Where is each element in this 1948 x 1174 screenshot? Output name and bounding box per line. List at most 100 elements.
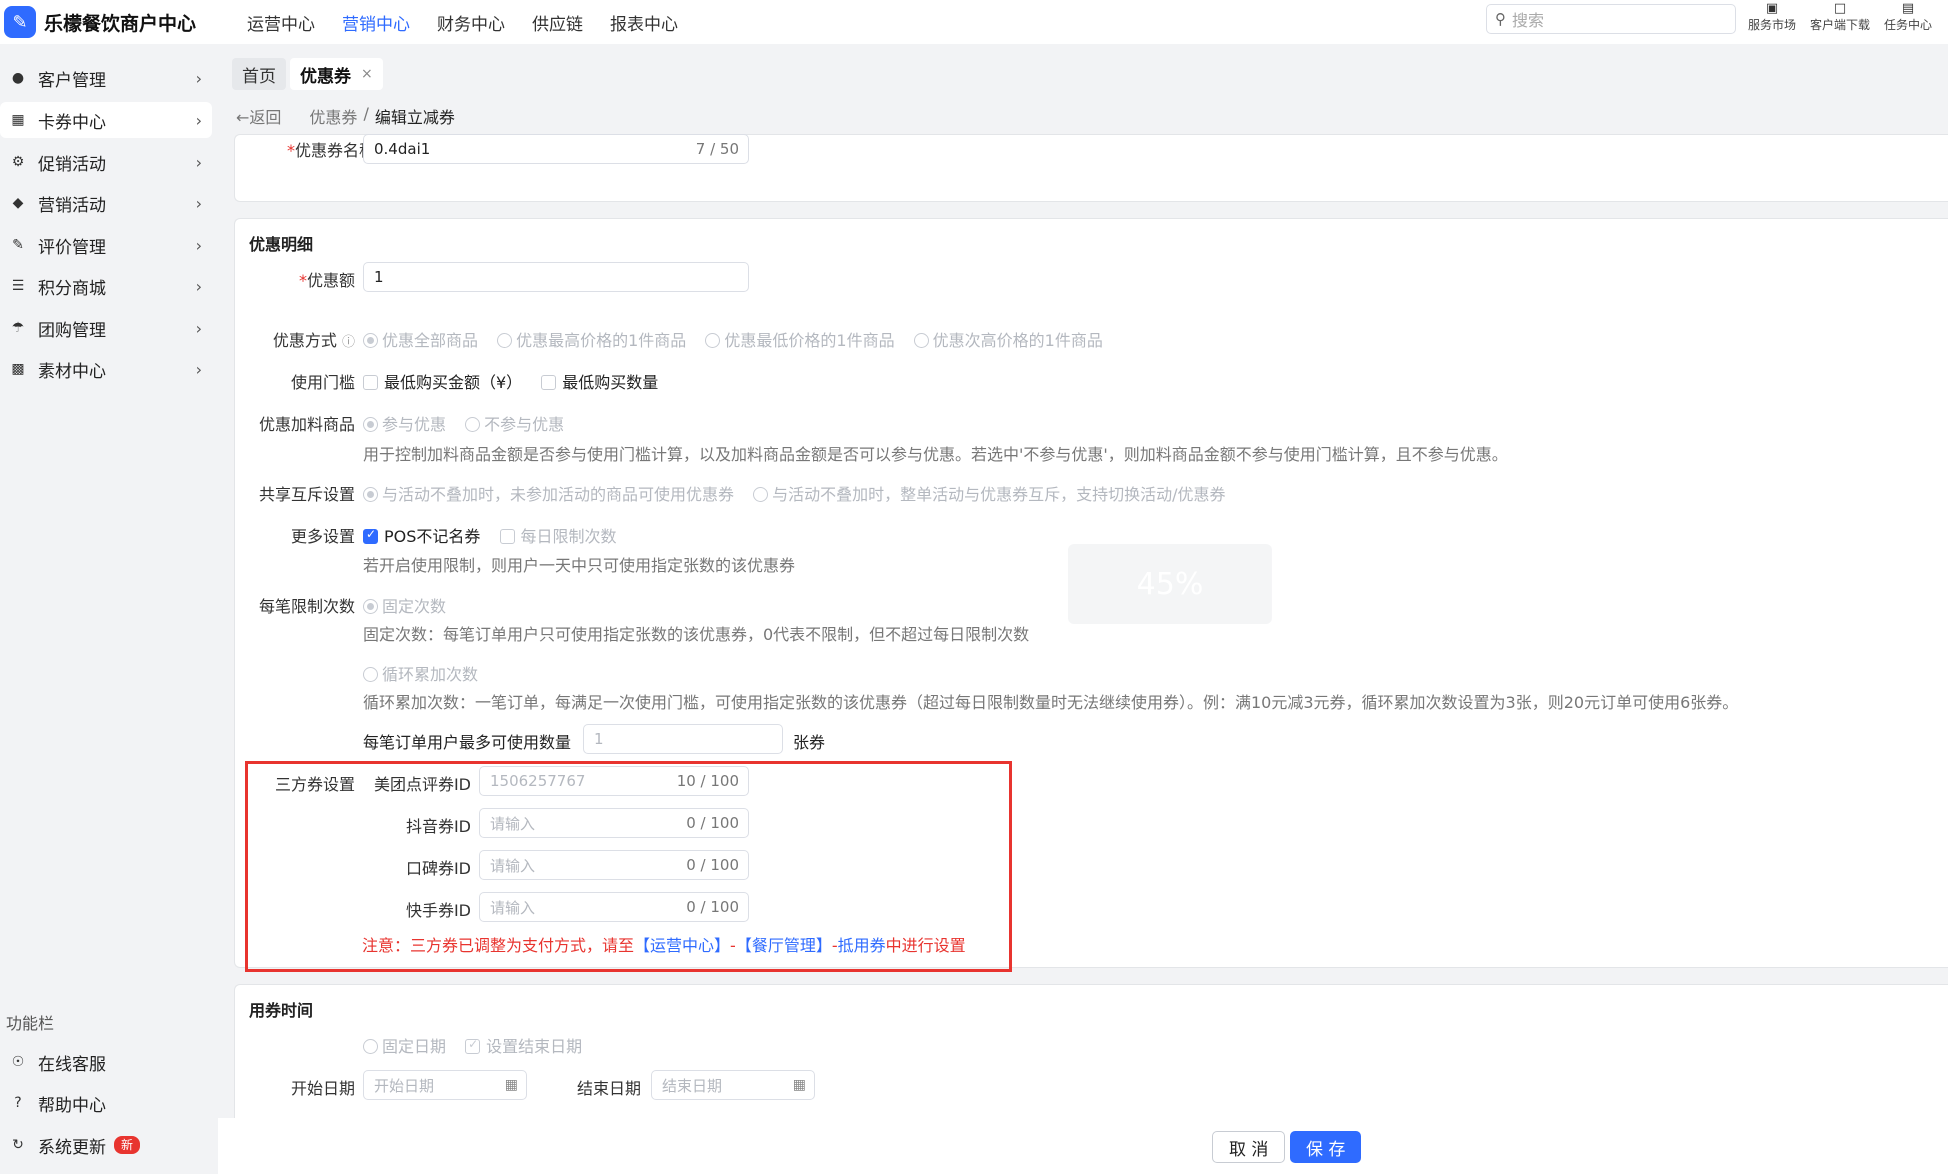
addon-option-join[interactable]: 参与优惠 <box>363 411 446 435</box>
tool-client-download[interactable]: □ 客户端下载 <box>1806 0 1874 33</box>
max-per-order-input[interactable]: 1 <box>583 724 783 754</box>
save-button[interactable]: 保 存 <box>1290 1131 1362 1163</box>
sidebar-item-label: 素材中心 <box>38 361 106 382</box>
end-date-label: 结束日期 <box>576 1079 641 1098</box>
nav-supply[interactable]: 供应链 <box>532 10 583 35</box>
task-icon: ▤ <box>1901 1 1915 16</box>
top-nav: 运营中心 营销中心 财务中心 供应链 报表中心 <box>247 10 705 35</box>
sidebar-item-coupons[interactable]: ▦ 卡券中心 › <box>0 102 212 138</box>
logo[interactable]: ✎ 乐檬餐饮商户中心 <box>4 6 234 38</box>
method-option-all[interactable]: 优惠全部商品 <box>363 327 478 351</box>
cancel-button[interactable]: 取 消 <box>1212 1131 1286 1163</box>
chevron-right-icon: › <box>195 152 202 172</box>
option-label: 固定次数 <box>382 597 447 616</box>
chevron-right-icon: › <box>195 68 202 88</box>
sidebar-item-customers[interactable]: ● 客户管理 › <box>0 60 212 96</box>
edit-icon: ✎ <box>12 237 24 253</box>
breadcrumb-parent[interactable]: 优惠券 <box>309 104 357 128</box>
pos-anonymous-checkbox[interactable]: POS不记名券 <box>363 523 480 547</box>
end-date-input[interactable]: 结束日期 ▦ <box>651 1070 815 1100</box>
sidebar-item-online-service[interactable]: ☉ 在线客服 <box>0 1044 212 1080</box>
more-label: 更多设置 <box>290 527 355 546</box>
limit-fixed-help: 固定次数：每笔订单用户只可使用指定张数的该优惠券，0代表不限制，但不超过每日限制… <box>363 625 1030 644</box>
limit-fixed-radio[interactable]: 固定次数 <box>363 593 446 617</box>
progress-watermark: 45% <box>1068 544 1272 624</box>
method-option-second[interactable]: 优惠次高价格的1件商品 <box>913 327 1103 351</box>
search-input[interactable]: ⚲ 搜索 <box>1486 4 1736 34</box>
max-per-order-label: 每笔订单用户最多可使用数量 <box>363 733 572 752</box>
option-label: 每日限制次数 <box>520 527 617 546</box>
threshold-group: 最低购买金额（¥） 最低购买数量 <box>363 369 672 393</box>
option-label: 最低购买数量 <box>562 373 659 392</box>
nav-ops[interactable]: 运营中心 <box>247 10 315 35</box>
addon-option-exclude[interactable]: 不参与优惠 <box>465 411 564 435</box>
use-time-options: 固定日期 设置结束日期 <box>363 1033 596 1057</box>
chevron-right-icon: › <box>195 193 202 213</box>
radio-icon <box>913 333 929 348</box>
nav-finance[interactable]: 财务中心 <box>437 10 505 35</box>
note-text: 注意：三方券已调整为支付方式，请至 <box>362 936 635 955</box>
sidebar-item-reviews[interactable]: ✎ 评价管理 › <box>0 227 212 263</box>
share-option-1[interactable]: 与活动不叠加时，未参加活动的商品可使用优惠券 <box>363 481 734 505</box>
coupon-name-label: *优惠券名称 <box>286 141 375 160</box>
tab-coupons[interactable]: 优惠券 × <box>290 58 383 90</box>
tab-label: 优惠券 <box>300 66 351 87</box>
start-date-input[interactable]: 开始日期 ▦ <box>363 1070 527 1100</box>
share-option-2[interactable]: 与活动不叠加时，整单活动与优惠券互斥，支持切换活动/优惠券 <box>753 481 1226 505</box>
back-link[interactable]: ←返回 <box>236 104 281 128</box>
amount-input[interactable]: 1 <box>363 262 749 292</box>
method-label-text: 优惠方式 <box>272 331 337 350</box>
sidebar-item-promotions[interactable]: ⚙ 促销活动 › <box>0 144 212 180</box>
char-counter: 7 / 50 <box>695 140 739 158</box>
sidebar-item-marketing[interactable]: ◆ 营销活动 › <box>0 185 212 221</box>
method-option-lowest[interactable]: 优惠最低价格的1件商品 <box>705 327 895 351</box>
more-help: 若开启使用限制，则用户一天中只可使用指定张数的该优惠券 <box>363 556 796 575</box>
checkbox-icon <box>499 529 515 544</box>
calendar-icon: ▦ <box>504 1077 518 1093</box>
radio-icon <box>363 599 378 614</box>
option-label: 优惠全部商品 <box>382 331 479 350</box>
section-title-detail: 优惠明细 <box>249 235 314 254</box>
use-time-card: 用券时间 固定日期 设置结束日期 开始日期 开始日期 ▦ 结束日期 结束日期 ▦ <box>234 984 1948 1124</box>
third-party-note: 注意：三方券已调整为支付方式，请至【运营中心】-【餐厅管理】-抵用券中进行设置 <box>362 932 966 956</box>
footer-bar: 取 消 保 存 <box>218 1118 1948 1174</box>
tool-service-market[interactable]: ▣ 服务市场 <box>1738 0 1806 33</box>
max-per-order-value: 1 <box>594 730 604 748</box>
coupon-name-input[interactable]: 0.4dai1 7 / 50 <box>363 134 749 164</box>
help-icon: ⓘ <box>341 335 355 350</box>
radio-icon <box>497 333 513 348</box>
link-restaurant-mgmt[interactable]: 【餐厅管理】 <box>736 936 832 955</box>
link-ops-center[interactable]: 【运营中心】 <box>634 936 730 955</box>
tool-task-center[interactable]: ▤ 任务中心 <box>1874 0 1942 33</box>
nav-reports[interactable]: 报表中心 <box>610 10 678 35</box>
set-end-date-checkbox[interactable]: 设置结束日期 <box>465 1033 582 1057</box>
sidebar-item-materials[interactable]: ▩ 素材中心 › <box>0 351 212 387</box>
close-icon[interactable]: × <box>361 66 373 82</box>
nav-marketing[interactable]: 营销中心 <box>342 10 410 35</box>
sidebar-item-label: 团购管理 <box>38 320 106 341</box>
tab-home[interactable]: 首页 <box>232 58 286 90</box>
amount-label-text: 优惠额 <box>306 271 355 290</box>
fixed-date-radio[interactable]: 固定日期 <box>363 1033 446 1057</box>
daily-limit-checkbox[interactable]: 每日限制次数 <box>499 523 617 547</box>
sidebar-item-label: 在线客服 <box>38 1054 106 1075</box>
option-label: 优惠次高价格的1件商品 <box>932 331 1103 350</box>
back-label: 返回 <box>249 108 282 127</box>
radio-icon <box>363 1039 378 1054</box>
radio-icon <box>705 333 721 348</box>
threshold-min-qty[interactable]: 最低购买数量 <box>541 369 658 393</box>
limit-loop-radio[interactable]: 循环累加次数 <box>363 661 478 685</box>
radio-icon <box>363 333 378 348</box>
sidebar-item-help[interactable]: ? 帮助中心 <box>0 1085 212 1121</box>
sidebar-item-points-mall[interactable]: ☰ 积分商城 › <box>0 268 212 304</box>
sidebar-item-group-buy[interactable]: ☂ 团购管理 › <box>0 310 212 346</box>
sidebar-item-system-update[interactable]: ↻ 系统更新新 <box>0 1127 212 1163</box>
search-icon: ⚲ <box>1495 10 1506 28</box>
amount-label: *优惠额 <box>298 271 355 290</box>
option-label: POS不记名券 <box>384 527 481 546</box>
threshold-min-amount[interactable]: 最低购买金额（¥） <box>363 369 522 393</box>
link-voucher[interactable]: 抵用券 <box>838 936 886 955</box>
method-option-highest[interactable]: 优惠最高价格的1件商品 <box>497 327 686 351</box>
checkbox-icon <box>363 375 378 390</box>
checkbox-icon <box>363 527 378 544</box>
